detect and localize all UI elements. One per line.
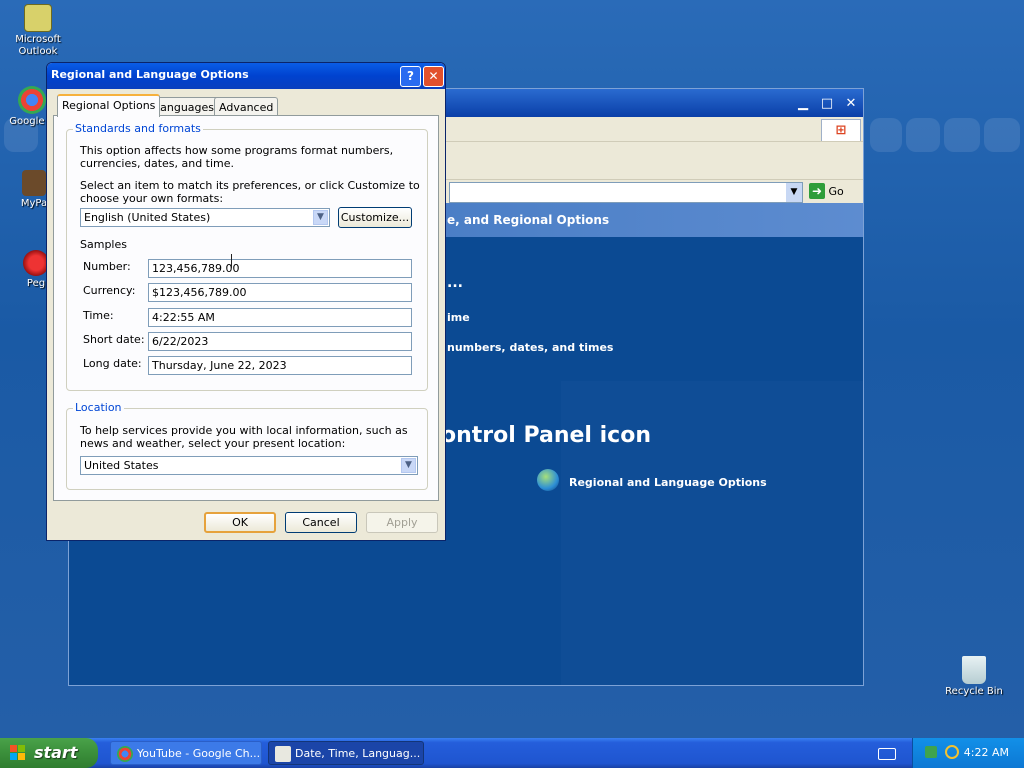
clock[interactable]: 4:22 AM bbox=[964, 746, 1009, 759]
globe-icon bbox=[537, 469, 559, 491]
sample-short-date-field: 6/22/2023 bbox=[148, 332, 412, 351]
outlook-icon bbox=[24, 4, 52, 32]
desktop-deco bbox=[984, 118, 1020, 152]
tab-page-regional: Standards and formats This option affect… bbox=[53, 115, 439, 501]
tab-regional-options[interactable]: Regional Options bbox=[57, 94, 161, 117]
mypaint-icon bbox=[22, 170, 46, 196]
dialog-title: Regional and Language Options bbox=[51, 68, 249, 81]
sample-number-value: 123,456,789.00 bbox=[152, 262, 240, 275]
taskbar: start YouTube - Google Ch... Date, Time,… bbox=[0, 738, 1024, 768]
location-select[interactable]: United States ▼ bbox=[80, 456, 418, 475]
taskbar-item-label: YouTube - Google Ch... bbox=[137, 747, 261, 760]
sample-label-short-date: Short date: bbox=[83, 333, 145, 346]
location-group-title: Location bbox=[73, 401, 124, 414]
desktop-icon-recycle-bin[interactable]: Recycle Bin bbox=[936, 656, 1012, 697]
windows-logo-icon: ⊞ bbox=[821, 119, 861, 143]
sample-currency-field: $123,456,789.00 bbox=[148, 283, 412, 302]
sample-time-field: 4:22:55 AM bbox=[148, 308, 412, 327]
taskbar-item-label: Date, Time, Languag... bbox=[295, 747, 421, 760]
recycle-bin-icon bbox=[962, 656, 986, 684]
text-cursor-icon bbox=[231, 254, 233, 268]
windows-flag-icon bbox=[10, 745, 26, 761]
standards-group: Standards and formats This option affect… bbox=[66, 122, 428, 391]
cancel-button[interactable]: Cancel bbox=[285, 512, 357, 533]
close-button[interactable]: ✕ bbox=[423, 66, 444, 87]
standards-group-title: Standards and formats bbox=[73, 122, 203, 135]
search-icon[interactable] bbox=[945, 745, 959, 759]
cp-icon-item[interactable]: Regional and Language Options bbox=[569, 476, 767, 489]
minimize-icon[interactable]: ▁ bbox=[793, 95, 813, 113]
sample-label-currency: Currency: bbox=[83, 284, 136, 297]
desktop-deco bbox=[944, 118, 980, 152]
maximize-icon[interactable]: □ bbox=[817, 95, 837, 113]
chevron-down-icon: ▼ bbox=[401, 458, 416, 473]
chrome-icon bbox=[117, 746, 133, 762]
go-button[interactable]: ➜ Go bbox=[809, 183, 849, 201]
sample-label-number: Number: bbox=[83, 260, 131, 273]
help-button[interactable]: ? bbox=[400, 66, 421, 87]
format-select-value: English (United States) bbox=[84, 211, 211, 224]
go-arrow-icon: ➜ bbox=[809, 183, 825, 199]
cp-icon-heading: ontrol Panel icon bbox=[441, 423, 651, 448]
address-input[interactable]: ▼ bbox=[449, 182, 803, 203]
go-label: Go bbox=[828, 185, 844, 198]
format-select[interactable]: English (United States) ▼ bbox=[80, 208, 330, 227]
sample-long-date-value: Thursday, June 22, 2023 bbox=[152, 359, 287, 372]
location-desc: To help services provide you with local … bbox=[80, 424, 408, 450]
cp-task-time[interactable]: ime bbox=[447, 311, 470, 324]
standards-desc: This option affects how some programs fo… bbox=[80, 144, 394, 170]
taskbar-item-date-time[interactable]: Date, Time, Languag... bbox=[268, 741, 424, 765]
customize-button[interactable]: Customize... bbox=[338, 207, 412, 228]
desktop-deco bbox=[870, 118, 902, 152]
samples-label: Samples bbox=[80, 238, 127, 251]
desktop-icon-outlook[interactable]: Microsoft Outlook bbox=[0, 4, 76, 58]
ok-button[interactable]: OK bbox=[204, 512, 276, 533]
location-select-value: United States bbox=[84, 459, 159, 472]
cp-band-text: e, and Regional Options bbox=[447, 213, 610, 227]
sample-currency-value: $123,456,789.00 bbox=[152, 286, 247, 299]
close-icon[interactable]: ✕ bbox=[841, 95, 861, 113]
cp-dots: ... bbox=[447, 275, 463, 291]
chevron-down-icon[interactable]: ▼ bbox=[786, 183, 802, 202]
sample-label-time: Time: bbox=[83, 309, 114, 322]
cp-task-numbers[interactable]: numbers, dates, and times bbox=[447, 341, 613, 354]
taskbar-item-youtube[interactable]: YouTube - Google Ch... bbox=[110, 741, 262, 765]
regional-options-dialog: Regional and Language Options ? ✕ Region… bbox=[46, 62, 446, 541]
desktop-icon-label: Microsoft Outlook bbox=[15, 34, 61, 57]
location-group: Location To help services provide you wi… bbox=[66, 401, 428, 490]
sample-time-value: 4:22:55 AM bbox=[152, 311, 215, 324]
network-icon[interactable] bbox=[925, 746, 937, 758]
sample-long-date-field: Thursday, June 22, 2023 bbox=[148, 356, 412, 375]
desktop-icon-label: Recycle Bin bbox=[945, 686, 1003, 697]
dialog-title-bar: Regional and Language Options ? ✕ bbox=[47, 63, 445, 89]
desktop-deco bbox=[906, 118, 940, 152]
standards-select-desc: Select an item to match its preferences,… bbox=[80, 179, 420, 205]
start-button[interactable]: start bbox=[0, 738, 98, 768]
chrome-icon bbox=[18, 86, 46, 114]
sample-label-long-date: Long date: bbox=[83, 357, 142, 370]
control-panel-icon bbox=[275, 746, 291, 762]
tab-advanced[interactable]: Advanced bbox=[214, 97, 279, 116]
sample-short-date-value: 6/22/2023 bbox=[152, 335, 209, 348]
system-tray: 4:22 AM bbox=[912, 738, 1024, 768]
keyboard-icon[interactable] bbox=[878, 748, 896, 760]
chevron-down-icon: ▼ bbox=[313, 210, 328, 225]
sample-number-field: 123,456,789.00 bbox=[148, 259, 412, 278]
start-label: start bbox=[34, 743, 78, 762]
apply-button[interactable]: Apply bbox=[366, 512, 438, 533]
